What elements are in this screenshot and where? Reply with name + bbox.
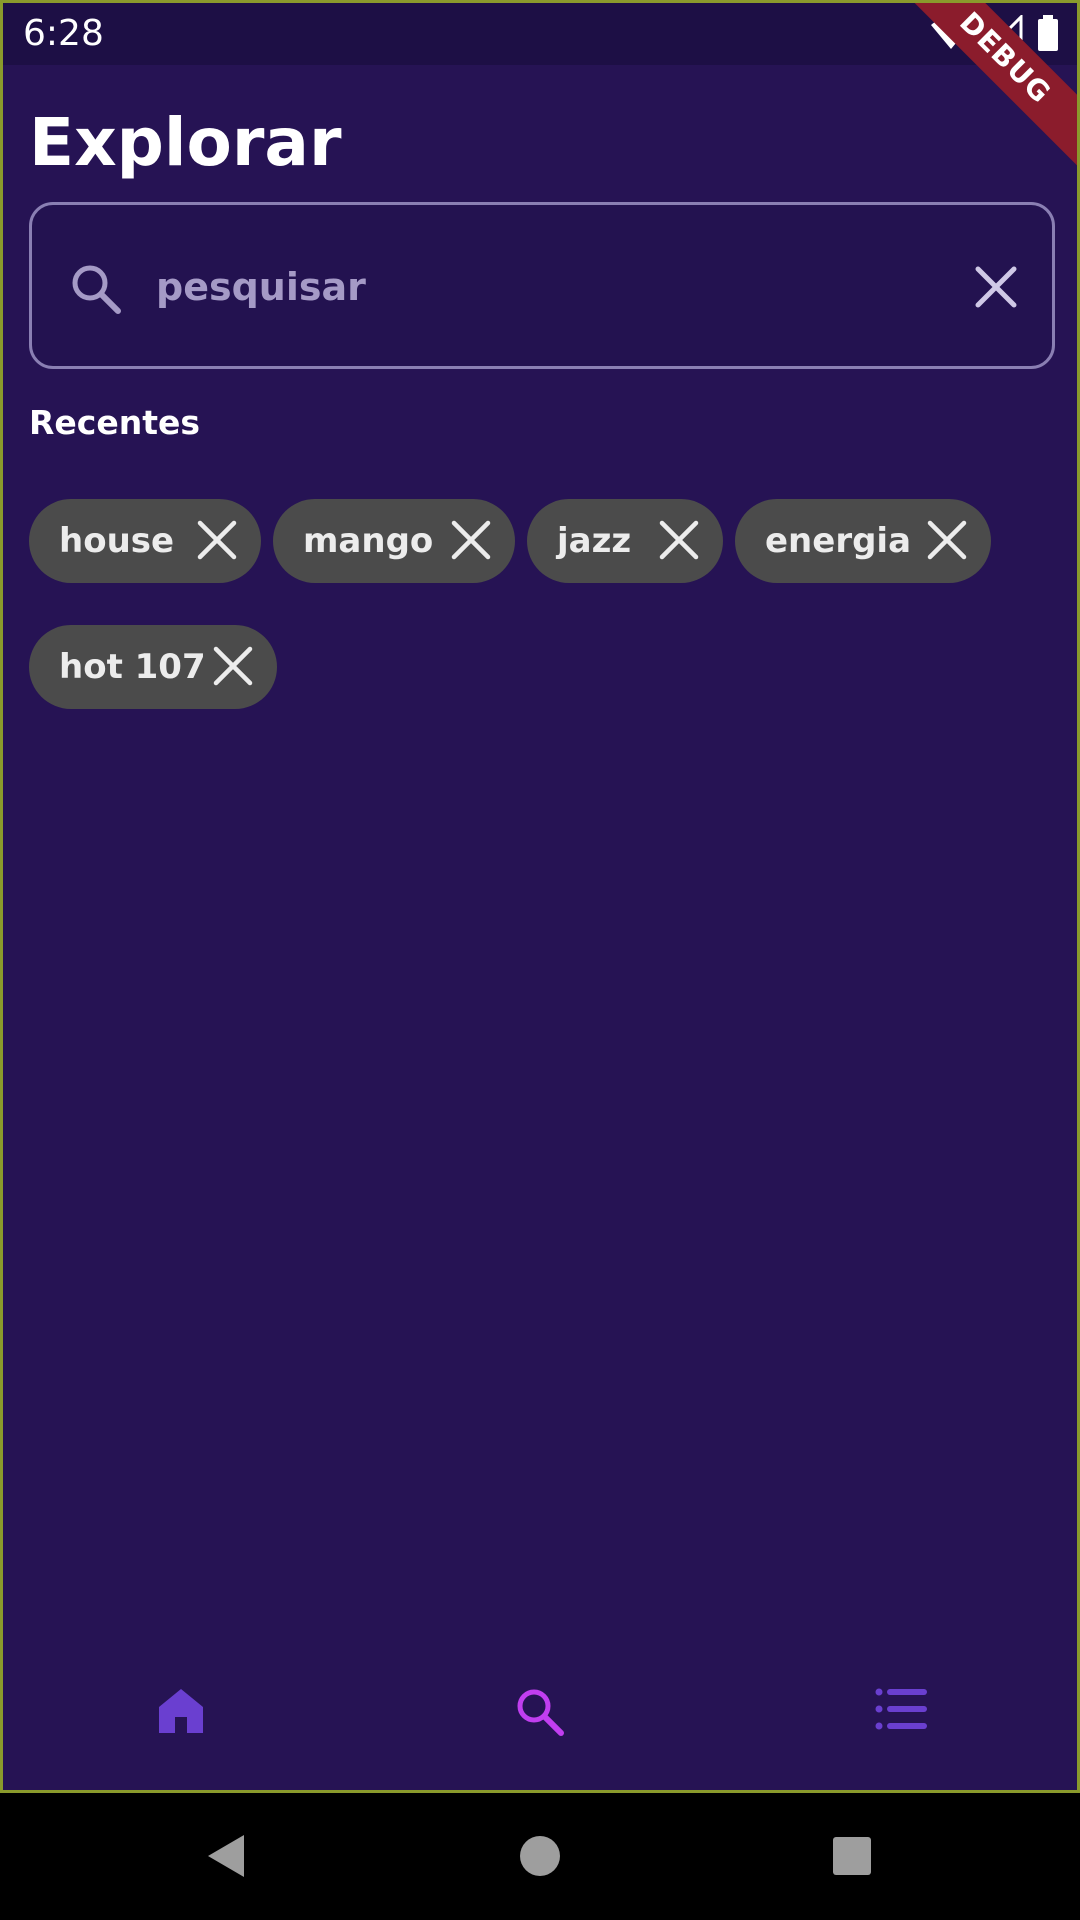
chip-label: hot 107: [59, 647, 206, 687]
search-icon: [515, 1689, 565, 1741]
chip-label: jazz: [557, 521, 632, 561]
search-input[interactable]: [156, 247, 936, 327]
close-icon[interactable]: [974, 265, 1018, 313]
back-icon[interactable]: [204, 1831, 248, 1885]
recent-chip[interactable]: jazz: [527, 499, 723, 583]
nav-search[interactable]: [515, 1687, 565, 1741]
close-icon[interactable]: [213, 646, 253, 690]
recent-chip[interactable]: energia: [735, 499, 991, 583]
close-icon[interactable]: [451, 520, 491, 564]
recent-chip[interactable]: mango: [273, 499, 515, 583]
recent-chip[interactable]: hot 107: [29, 625, 277, 709]
home-icon: [157, 1689, 205, 1739]
status-time: 6:28: [23, 13, 104, 54]
app-screen: 6:28 DEBUG Explorar pesquisar Recentes h…: [0, 0, 1080, 1793]
chip-label: house: [59, 521, 175, 561]
recent-chip[interactable]: house: [29, 499, 261, 583]
search-box[interactable]: [29, 202, 1055, 369]
search-icon: [70, 263, 122, 319]
home-circle-icon[interactable]: [518, 1831, 562, 1885]
chip-label: energia: [765, 521, 912, 561]
chip-label: mango: [303, 521, 434, 561]
status-bar: 6:28: [3, 3, 1077, 65]
close-icon[interactable]: [197, 520, 237, 564]
page-title: Explorar: [29, 104, 342, 181]
recents-square-icon[interactable]: [830, 1831, 874, 1885]
system-nav-bar: [0, 1793, 1080, 1920]
recent-title: Recentes: [29, 403, 201, 442]
nav-home[interactable]: [157, 1687, 205, 1739]
bottom-nav: [3, 1643, 1077, 1790]
battery-icon: [1037, 15, 1059, 55]
close-icon[interactable]: [659, 520, 699, 564]
close-icon[interactable]: [927, 520, 967, 564]
nav-list[interactable]: [875, 1687, 929, 1735]
list-icon: [875, 1688, 929, 1735]
